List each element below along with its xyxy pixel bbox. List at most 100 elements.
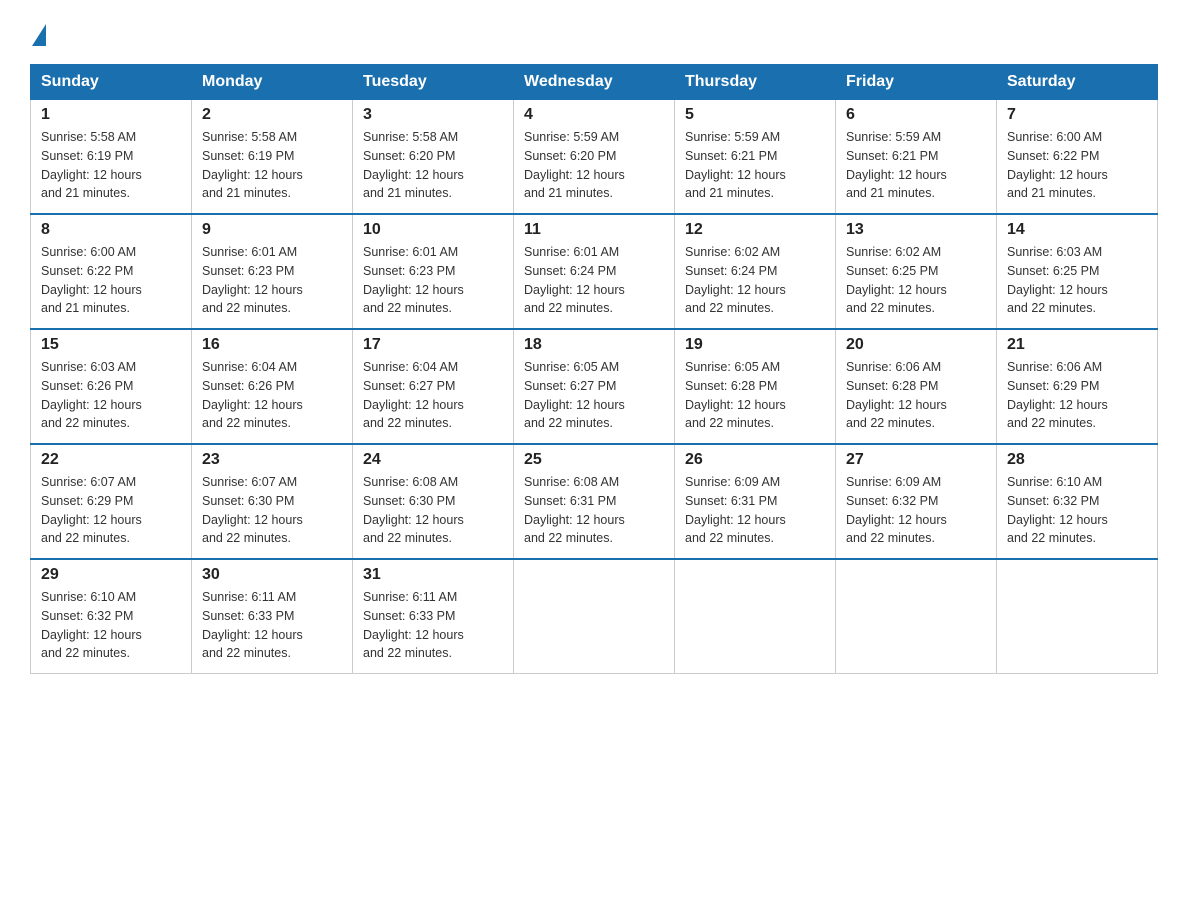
- calendar-cell: 24 Sunrise: 6:08 AMSunset: 6:30 PMDaylig…: [353, 444, 514, 559]
- calendar-cell: 21 Sunrise: 6:06 AMSunset: 6:29 PMDaylig…: [997, 329, 1158, 444]
- day-info: Sunrise: 5:58 AMSunset: 6:19 PMDaylight:…: [202, 130, 303, 200]
- calendar-cell: [675, 559, 836, 674]
- calendar-cell: 13 Sunrise: 6:02 AMSunset: 6:25 PMDaylig…: [836, 214, 997, 329]
- logo: [30, 20, 46, 46]
- day-number: 21: [1007, 336, 1147, 354]
- calendar-header-row: SundayMondayTuesdayWednesdayThursdayFrid…: [31, 65, 1158, 100]
- calendar-cell: 16 Sunrise: 6:04 AMSunset: 6:26 PMDaylig…: [192, 329, 353, 444]
- week-row-4: 22 Sunrise: 6:07 AMSunset: 6:29 PMDaylig…: [31, 444, 1158, 559]
- day-number: 26: [685, 451, 825, 469]
- day-number: 17: [363, 336, 503, 354]
- calendar-cell: 15 Sunrise: 6:03 AMSunset: 6:26 PMDaylig…: [31, 329, 192, 444]
- day-number: 19: [685, 336, 825, 354]
- logo-triangle-icon: [32, 24, 46, 46]
- day-info: Sunrise: 5:58 AMSunset: 6:20 PMDaylight:…: [363, 130, 464, 200]
- day-info: Sunrise: 6:10 AMSunset: 6:32 PMDaylight:…: [41, 590, 142, 660]
- day-info: Sunrise: 6:01 AMSunset: 6:24 PMDaylight:…: [524, 245, 625, 315]
- day-info: Sunrise: 6:00 AMSunset: 6:22 PMDaylight:…: [1007, 130, 1108, 200]
- page-header: [30, 20, 1158, 46]
- day-info: Sunrise: 6:05 AMSunset: 6:28 PMDaylight:…: [685, 360, 786, 430]
- day-number: 28: [1007, 451, 1147, 469]
- column-header-saturday: Saturday: [997, 65, 1158, 100]
- day-number: 10: [363, 221, 503, 239]
- calendar-cell: 26 Sunrise: 6:09 AMSunset: 6:31 PMDaylig…: [675, 444, 836, 559]
- day-number: 16: [202, 336, 342, 354]
- day-number: 15: [41, 336, 181, 354]
- day-info: Sunrise: 5:59 AMSunset: 6:21 PMDaylight:…: [685, 130, 786, 200]
- calendar-cell: 3 Sunrise: 5:58 AMSunset: 6:20 PMDayligh…: [353, 100, 514, 215]
- day-number: 23: [202, 451, 342, 469]
- day-number: 13: [846, 221, 986, 239]
- day-number: 2: [202, 106, 342, 124]
- day-number: 24: [363, 451, 503, 469]
- calendar-cell: 31 Sunrise: 6:11 AMSunset: 6:33 PMDaylig…: [353, 559, 514, 674]
- day-info: Sunrise: 6:01 AMSunset: 6:23 PMDaylight:…: [202, 245, 303, 315]
- day-info: Sunrise: 6:09 AMSunset: 6:31 PMDaylight:…: [685, 475, 786, 545]
- day-number: 14: [1007, 221, 1147, 239]
- calendar-cell: 5 Sunrise: 5:59 AMSunset: 6:21 PMDayligh…: [675, 100, 836, 215]
- day-number: 8: [41, 221, 181, 239]
- column-header-friday: Friday: [836, 65, 997, 100]
- day-number: 22: [41, 451, 181, 469]
- day-info: Sunrise: 6:02 AMSunset: 6:25 PMDaylight:…: [846, 245, 947, 315]
- day-number: 1: [41, 106, 181, 124]
- day-info: Sunrise: 6:09 AMSunset: 6:32 PMDaylight:…: [846, 475, 947, 545]
- calendar-cell: 30 Sunrise: 6:11 AMSunset: 6:33 PMDaylig…: [192, 559, 353, 674]
- week-row-1: 1 Sunrise: 5:58 AMSunset: 6:19 PMDayligh…: [31, 100, 1158, 215]
- day-info: Sunrise: 6:10 AMSunset: 6:32 PMDaylight:…: [1007, 475, 1108, 545]
- calendar-cell: 1 Sunrise: 5:58 AMSunset: 6:19 PMDayligh…: [31, 100, 192, 215]
- calendar-cell: 25 Sunrise: 6:08 AMSunset: 6:31 PMDaylig…: [514, 444, 675, 559]
- calendar-cell: 20 Sunrise: 6:06 AMSunset: 6:28 PMDaylig…: [836, 329, 997, 444]
- day-info: Sunrise: 5:59 AMSunset: 6:21 PMDaylight:…: [846, 130, 947, 200]
- day-number: 27: [846, 451, 986, 469]
- day-info: Sunrise: 6:01 AMSunset: 6:23 PMDaylight:…: [363, 245, 464, 315]
- day-info: Sunrise: 5:59 AMSunset: 6:20 PMDaylight:…: [524, 130, 625, 200]
- calendar-cell: 28 Sunrise: 6:10 AMSunset: 6:32 PMDaylig…: [997, 444, 1158, 559]
- calendar-cell: 4 Sunrise: 5:59 AMSunset: 6:20 PMDayligh…: [514, 100, 675, 215]
- day-number: 9: [202, 221, 342, 239]
- day-number: 20: [846, 336, 986, 354]
- calendar-cell: 9 Sunrise: 6:01 AMSunset: 6:23 PMDayligh…: [192, 214, 353, 329]
- day-number: 29: [41, 566, 181, 584]
- day-info: Sunrise: 6:05 AMSunset: 6:27 PMDaylight:…: [524, 360, 625, 430]
- day-info: Sunrise: 6:08 AMSunset: 6:30 PMDaylight:…: [363, 475, 464, 545]
- day-info: Sunrise: 6:06 AMSunset: 6:28 PMDaylight:…: [846, 360, 947, 430]
- day-number: 6: [846, 106, 986, 124]
- day-info: Sunrise: 6:04 AMSunset: 6:27 PMDaylight:…: [363, 360, 464, 430]
- calendar-cell: 14 Sunrise: 6:03 AMSunset: 6:25 PMDaylig…: [997, 214, 1158, 329]
- day-info: Sunrise: 6:06 AMSunset: 6:29 PMDaylight:…: [1007, 360, 1108, 430]
- day-info: Sunrise: 6:11 AMSunset: 6:33 PMDaylight:…: [363, 590, 464, 660]
- day-info: Sunrise: 5:58 AMSunset: 6:19 PMDaylight:…: [41, 130, 142, 200]
- calendar-cell: 18 Sunrise: 6:05 AMSunset: 6:27 PMDaylig…: [514, 329, 675, 444]
- day-info: Sunrise: 6:08 AMSunset: 6:31 PMDaylight:…: [524, 475, 625, 545]
- calendar-cell: [997, 559, 1158, 674]
- column-header-wednesday: Wednesday: [514, 65, 675, 100]
- week-row-3: 15 Sunrise: 6:03 AMSunset: 6:26 PMDaylig…: [31, 329, 1158, 444]
- calendar-cell: 23 Sunrise: 6:07 AMSunset: 6:30 PMDaylig…: [192, 444, 353, 559]
- column-header-sunday: Sunday: [31, 65, 192, 100]
- day-number: 4: [524, 106, 664, 124]
- calendar-cell: 7 Sunrise: 6:00 AMSunset: 6:22 PMDayligh…: [997, 100, 1158, 215]
- calendar-cell: 2 Sunrise: 5:58 AMSunset: 6:19 PMDayligh…: [192, 100, 353, 215]
- day-info: Sunrise: 6:07 AMSunset: 6:29 PMDaylight:…: [41, 475, 142, 545]
- day-info: Sunrise: 6:04 AMSunset: 6:26 PMDaylight:…: [202, 360, 303, 430]
- calendar-cell: 12 Sunrise: 6:02 AMSunset: 6:24 PMDaylig…: [675, 214, 836, 329]
- week-row-5: 29 Sunrise: 6:10 AMSunset: 6:32 PMDaylig…: [31, 559, 1158, 674]
- calendar-cell: 8 Sunrise: 6:00 AMSunset: 6:22 PMDayligh…: [31, 214, 192, 329]
- calendar-cell: 27 Sunrise: 6:09 AMSunset: 6:32 PMDaylig…: [836, 444, 997, 559]
- day-number: 25: [524, 451, 664, 469]
- day-number: 7: [1007, 106, 1147, 124]
- day-info: Sunrise: 6:03 AMSunset: 6:25 PMDaylight:…: [1007, 245, 1108, 315]
- day-number: 31: [363, 566, 503, 584]
- day-number: 11: [524, 221, 664, 239]
- calendar-cell: 11 Sunrise: 6:01 AMSunset: 6:24 PMDaylig…: [514, 214, 675, 329]
- column-header-tuesday: Tuesday: [353, 65, 514, 100]
- calendar-cell: 10 Sunrise: 6:01 AMSunset: 6:23 PMDaylig…: [353, 214, 514, 329]
- day-info: Sunrise: 6:00 AMSunset: 6:22 PMDaylight:…: [41, 245, 142, 315]
- day-number: 3: [363, 106, 503, 124]
- calendar-cell: 6 Sunrise: 5:59 AMSunset: 6:21 PMDayligh…: [836, 100, 997, 215]
- day-number: 12: [685, 221, 825, 239]
- week-row-2: 8 Sunrise: 6:00 AMSunset: 6:22 PMDayligh…: [31, 214, 1158, 329]
- calendar-cell: [514, 559, 675, 674]
- column-header-monday: Monday: [192, 65, 353, 100]
